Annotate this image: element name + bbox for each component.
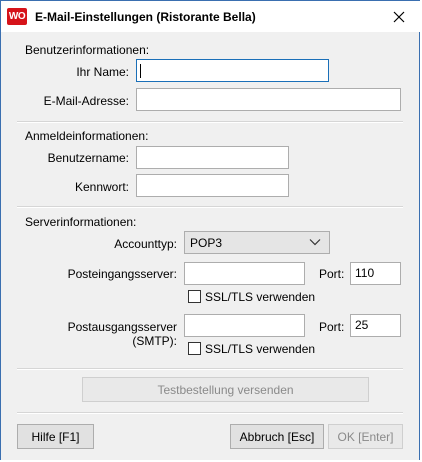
send-test-order-button[interactable]: Testbestellung versenden [82,377,369,402]
help-button[interactable]: Hilfe [F1] [17,424,94,449]
section-divider [17,368,403,370]
account-type-select[interactable]: POP3 [184,231,330,254]
section-divider [17,206,403,208]
outgoing-ssl-checkbox[interactable] [188,342,201,355]
outgoing-port-label: Port: [319,320,345,334]
email-input[interactable] [136,88,401,111]
account-type-value: POP3 [190,236,223,250]
outgoing-ssl-label[interactable]: SSL/TLS verwenden [205,342,315,356]
section-divider [17,412,403,414]
login-info-heading: Anmeldeinformationen: [25,129,149,143]
close-button[interactable] [377,1,421,32]
incoming-port-value: 110 [355,266,375,280]
email-settings-dialog: WO E-Mail-Einstellungen (Ristorante Bell… [0,0,421,460]
incoming-server-label: Posteingangsserver: [67,267,177,281]
account-type-label: Accounttyp: [114,237,177,251]
server-info-heading: Serverinformationen: [25,215,137,229]
cancel-button[interactable]: Abbruch [Esc] [230,424,324,449]
username-input[interactable] [136,146,289,169]
username-label: Benutzername: [47,151,129,165]
outgoing-port-input[interactable]: 25 [350,314,401,337]
close-icon [393,11,405,22]
incoming-server-input[interactable] [184,262,305,285]
password-input[interactable] [136,174,289,197]
outgoing-server-input[interactable] [184,314,305,337]
incoming-port-label: Port: [319,267,345,281]
chevron-down-icon [309,239,321,246]
email-label: E-Mail-Adresse: [43,94,129,108]
ok-button[interactable]: OK [Enter] [328,424,403,449]
name-label: Ihr Name: [76,65,129,79]
outgoing-port-value: 25 [355,318,369,332]
text-caret [140,64,141,78]
title-bar[interactable]: WO E-Mail-Einstellungen (Ristorante Bell… [1,1,421,32]
outgoing-server-label: Postausgangsserver (SMTP): [67,320,177,348]
section-divider [17,121,403,123]
name-input[interactable] [136,59,329,82]
dialog-content: Benutzerinformationen: Ihr Name: E-Mail-… [1,32,419,460]
app-logo-icon: WO [7,8,27,25]
password-label: Kennwort: [74,180,129,194]
incoming-ssl-checkbox[interactable] [188,290,201,303]
incoming-ssl-label[interactable]: SSL/TLS verwenden [205,290,315,304]
user-info-heading: Benutzerinformationen: [25,43,150,57]
window-title: E-Mail-Einstellungen (Ristorante Bella) [35,10,256,24]
incoming-port-input[interactable]: 110 [350,262,401,285]
